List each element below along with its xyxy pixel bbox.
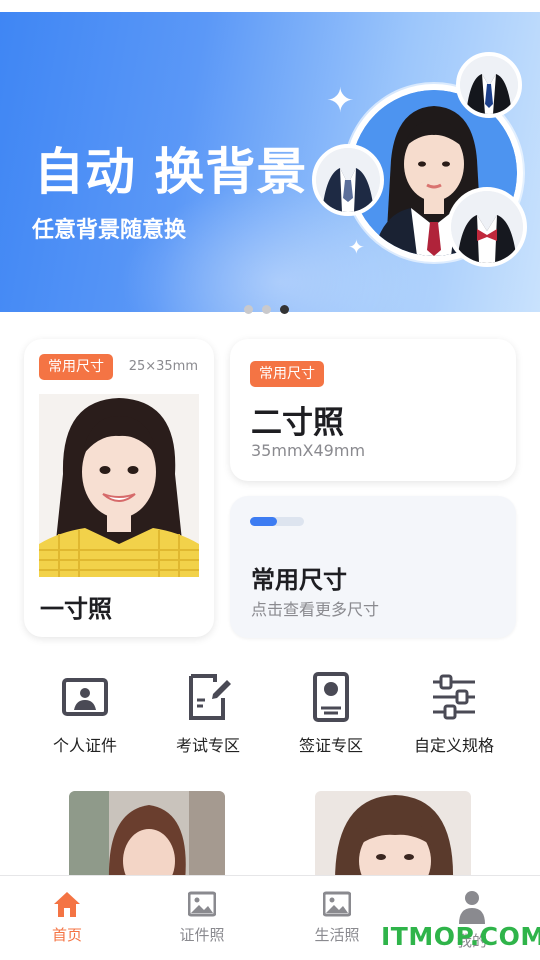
more-sizes-hint: 点击查看更多尺寸 <box>251 600 380 619</box>
banner-subtitle: 任意背景随意换 <box>32 218 187 243</box>
girl-photo-thumbnail <box>315 791 471 881</box>
life-photo-thumbnail[interactable] <box>69 791 225 881</box>
bow-uniform-icon <box>451 191 523 263</box>
one-inch-photo-card[interactable]: 常用尺寸 25×35mm 一寸照 <box>24 339 214 637</box>
tab-id-photo[interactable]: 证件照 <box>152 890 252 945</box>
suit-icon <box>460 56 518 114</box>
common-size-tag: 常用尺寸 <box>39 354 113 380</box>
two-inch-photo-card[interactable]: 常用尺寸 二寸照 35mmX49mm <box>230 339 516 481</box>
decorative-progress-bar <box>250 517 304 526</box>
custom-spec-label: 自定义规格 <box>413 736 494 755</box>
banner-pagination <box>244 305 289 314</box>
pagination-dot[interactable] <box>244 305 253 314</box>
two-inch-title: 二寸照 <box>251 405 344 441</box>
girl-photo-thumbnail <box>69 791 225 881</box>
home-icon <box>54 892 80 917</box>
pagination-dot-active[interactable] <box>280 305 289 314</box>
visa-zone-entry[interactable]: 签证专区 <box>271 672 391 756</box>
size-dimensions: 25×35mm <box>128 359 198 374</box>
custom-spec-entry[interactable]: 自定义规格 <box>394 672 514 756</box>
personal-id-entry[interactable]: 个人证件 <box>25 672 145 756</box>
personal-id-label: 个人证件 <box>52 736 117 755</box>
two-inch-dimensions: 35mmX49mm <box>251 441 366 460</box>
common-size-tag: 常用尺寸 <box>250 361 324 387</box>
common-sizes-card[interactable]: 常用尺寸 点击查看更多尺寸 <box>230 496 516 638</box>
site-watermark: ITMOP.COM <box>381 922 540 951</box>
smiling-girl-portrait <box>39 394 199 577</box>
tab-life-photo[interactable]: 生活照 <box>287 890 387 945</box>
progress-fill <box>250 517 277 526</box>
tab-home[interactable]: 首页 <box>17 890 117 945</box>
school-uniform-outfit-option[interactable] <box>312 144 384 216</box>
visa-zone-label: 签证专区 <box>298 736 363 755</box>
common-sizes-title: 常用尺寸 <box>251 566 347 594</box>
bow-outfit-option[interactable] <box>447 187 527 267</box>
exam-zone-entry[interactable]: 考试专区 <box>148 672 268 756</box>
id-card-icon <box>62 678 108 716</box>
uniform-icon <box>316 148 380 212</box>
promo-banner[interactable]: 自动 换背景 任意背景随意换 ✦ ✦ <box>0 12 540 312</box>
image-icon <box>323 891 351 917</box>
tab-home-label: 首页 <box>51 926 82 944</box>
user-icon <box>459 891 485 924</box>
tab-life-photo-label: 生活照 <box>314 926 360 944</box>
suit-outfit-option[interactable] <box>456 52 522 118</box>
pagination-dot[interactable] <box>262 305 271 314</box>
tab-id-photo-label: 证件照 <box>179 926 225 944</box>
adjust-sliders-icon <box>433 674 475 720</box>
life-photo-thumbnail[interactable] <box>315 791 471 881</box>
one-inch-title: 一寸照 <box>40 595 112 623</box>
exam-edit-icon <box>189 674 231 720</box>
banner-title: 自动 换背景 <box>34 143 308 201</box>
image-icon <box>188 891 216 917</box>
exam-zone-label: 考试专区 <box>175 736 240 755</box>
sample-portrait <box>39 394 199 577</box>
passport-icon <box>313 672 349 722</box>
